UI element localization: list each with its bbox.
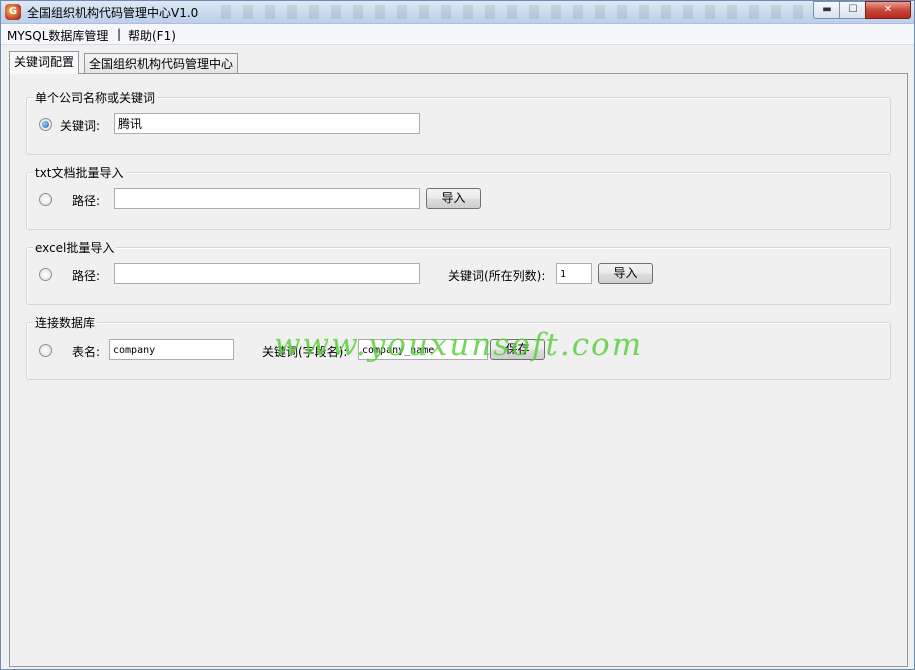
menu-separator: | (117, 27, 122, 41)
group-database-connect: 连接数据库 表名: company 关键词(字段名): company_name… (26, 314, 891, 380)
keyword-label: 关键词: (60, 119, 101, 133)
maximize-button[interactable]: ☐ (839, 1, 867, 19)
menu-item-mysql[interactable]: MYSQL数据库管理 (7, 27, 108, 44)
group-excel-import: excel批量导入 路径: 关键词(所在列数): 1 导入 (26, 239, 891, 305)
save-button[interactable]: 保存 (490, 339, 545, 360)
txt-path-input[interactable] (114, 188, 420, 209)
title-bar[interactable]: G 全国组织机构代码管理中心V1.0 ▬ ☐ ✕ (1, 1, 914, 24)
group-txt-import: txt文档批量导入 路径: 导入 (26, 164, 891, 230)
field-name-input[interactable]: company_name (358, 339, 488, 360)
tab-panel-keyword-config: 单个公司名称或关键词 关键词: 腾讯 txt文档批量导入 路径: 导入 exce… (9, 73, 908, 667)
tab-keyword-config[interactable]: 关键词配置 (9, 51, 80, 74)
window-title: 全国组织机构代码管理中心V1.0 (27, 6, 199, 20)
minimize-button[interactable]: ▬ (813, 1, 841, 19)
excel-column-input[interactable]: 1 (556, 263, 592, 284)
radio-txt-import[interactable] (39, 193, 52, 206)
table-name-label: 表名: (72, 345, 101, 359)
radio-single-keyword[interactable] (39, 118, 52, 131)
titlebar-background-texture (221, 5, 821, 19)
group-title-single: 单个公司名称或关键词 (33, 89, 158, 106)
group-title-excel: excel批量导入 (33, 239, 117, 256)
group-title-txt: txt文档批量导入 (33, 164, 126, 181)
radio-excel-import[interactable] (39, 268, 52, 281)
txt-path-label: 路径: (72, 194, 101, 208)
group-single-keyword: 单个公司名称或关键词 关键词: 腾讯 (26, 89, 891, 155)
close-button[interactable]: ✕ (865, 1, 911, 19)
menu-item-help[interactable]: 帮助(F1) (128, 27, 176, 44)
excel-column-label: 关键词(所在列数): (448, 269, 546, 283)
excel-path-input[interactable] (114, 263, 420, 284)
group-title-db: 连接数据库 (33, 314, 98, 331)
txt-import-button[interactable]: 导入 (426, 188, 481, 209)
menu-bar: MYSQL数据库管理 | 帮助(F1) (1, 24, 914, 45)
main-window: G 全国组织机构代码管理中心V1.0 ▬ ☐ ✕ MYSQL数据库管理 | 帮助… (0, 0, 915, 670)
excel-import-button[interactable]: 导入 (598, 263, 653, 284)
app-logo-icon: G (5, 4, 21, 20)
excel-path-label: 路径: (72, 269, 101, 283)
keyword-input[interactable]: 腾讯 (114, 113, 420, 134)
table-name-input[interactable]: company (109, 339, 234, 360)
radio-database-connect[interactable] (39, 344, 52, 357)
tab-org-code-center[interactable]: 全国组织机构代码管理中心 (84, 53, 239, 74)
field-name-label: 关键词(字段名): (262, 345, 348, 359)
